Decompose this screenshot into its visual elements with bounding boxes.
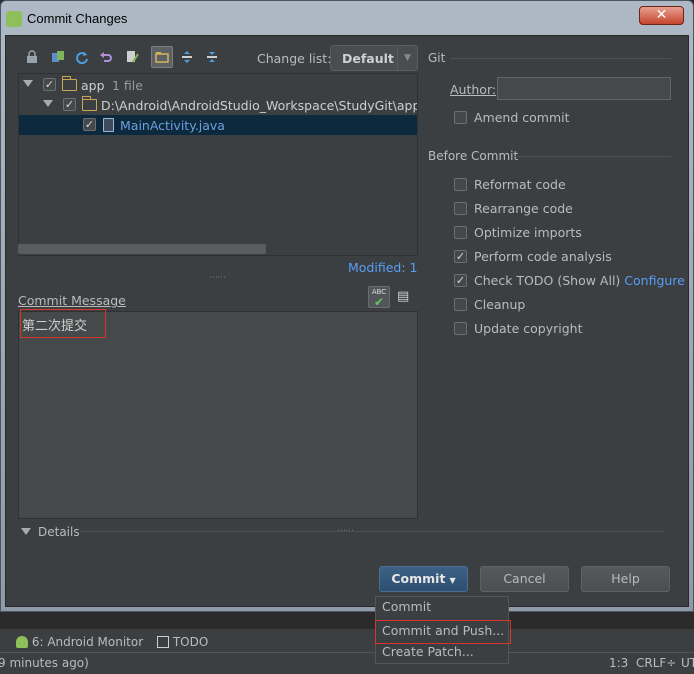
- checkbox-module[interactable]: ✓: [43, 78, 56, 91]
- group-by-directory-icon[interactable]: [151, 46, 173, 68]
- commit-message-highlight: [20, 309, 106, 338]
- chevron-down-icon: ▼: [449, 576, 456, 585]
- cleanup-label: Cleanup: [474, 297, 526, 312]
- cleanup-checkbox[interactable]: [454, 298, 467, 311]
- caret-position[interactable]: 1:3: [609, 656, 628, 670]
- dialog-title: Commit Changes: [27, 11, 128, 26]
- expand-all-icon[interactable]: [178, 48, 196, 66]
- refresh-icon[interactable]: [73, 48, 91, 66]
- commit-message-label: Commit Message: [18, 293, 126, 308]
- amend-commit-checkbox[interactable]: [454, 111, 467, 124]
- close-button[interactable]: ✕: [639, 6, 684, 25]
- edit-icon[interactable]: [123, 48, 141, 66]
- message-history-icon[interactable]: ▤: [397, 289, 413, 305]
- check-todo-checkbox[interactable]: ✓: [454, 274, 467, 287]
- android-monitor-tab[interactable]: 6: Android Monitor: [16, 635, 143, 649]
- android-studio-icon: [6, 11, 22, 27]
- folder-icon: [82, 96, 97, 111]
- tree-row-directory[interactable]: ✓ D:\Android\AndroidStudio_Workspace\Stu…: [19, 95, 417, 115]
- details-grip-icon[interactable]: ⋯⋯: [337, 526, 354, 536]
- module-folder-icon: [62, 76, 77, 91]
- git-section-title: Git: [428, 51, 446, 65]
- author-label: Author:: [450, 82, 497, 97]
- check-todo-label: Check TODO (Show All) Configure: [474, 273, 685, 288]
- modified-count: Modified: 1: [348, 260, 418, 275]
- details-expand-arrow-icon[interactable]: [21, 528, 31, 535]
- revert-icon[interactable]: [97, 48, 115, 66]
- reformat-code-checkbox[interactable]: [454, 178, 467, 191]
- checkbox-directory[interactable]: ✓: [63, 98, 76, 111]
- details-separator: [80, 531, 665, 532]
- spellcheck-icon[interactable]: ABC ✔: [368, 286, 390, 308]
- menu-item-create-patch[interactable]: Create Patch...: [376, 642, 508, 664]
- amend-commit-label: Amend commit: [474, 110, 570, 125]
- todo-label: TODO: [172, 635, 209, 649]
- status-message: 9 minutes ago): [0, 656, 89, 670]
- option-check-todo[interactable]: ✓ Check TODO (Show All) Configure: [454, 271, 685, 291]
- commit-button-label: Commit: [391, 571, 446, 586]
- optimize-imports-label: Optimize imports: [474, 225, 582, 240]
- todo-tab[interactable]: TODO: [157, 635, 208, 649]
- perform-code-analysis-checkbox[interactable]: ✓: [454, 250, 467, 263]
- line-separator[interactable]: CRLF÷: [636, 656, 676, 670]
- changes-tree[interactable]: ✓ app 1 file ✓ D:\Android\AndroidStudio_…: [18, 73, 418, 256]
- title-bar[interactable]: Commit Changes ✕: [0, 0, 694, 36]
- status-bar: 9 minutes ago) 1:3 CRLF÷ UT: [0, 652, 694, 674]
- cancel-button[interactable]: Cancel: [480, 566, 569, 592]
- before-commit-separator: [515, 156, 671, 157]
- checkbox-file[interactable]: ✓: [83, 118, 96, 131]
- menu-item-commit[interactable]: Commit: [376, 597, 508, 619]
- module-name: app: [81, 78, 105, 93]
- tree-row-module[interactable]: ✓ app 1 file: [19, 75, 417, 95]
- change-list-label: Change list:: [257, 51, 332, 66]
- expand-arrow-icon[interactable]: [23, 80, 33, 87]
- before-commit-section-title: Before Commit: [428, 149, 519, 163]
- java-file-icon: [103, 118, 114, 132]
- commit-button[interactable]: Commit ▼: [379, 566, 468, 592]
- details-label[interactable]: Details: [38, 525, 80, 539]
- diff-icon[interactable]: [49, 48, 67, 66]
- optimize-imports-checkbox[interactable]: [454, 226, 467, 239]
- chevron-down-icon: ▼: [397, 46, 417, 70]
- file-name: MainActivity.java: [120, 118, 225, 133]
- directory-path: D:\Android\AndroidStudio_Workspace\Study…: [101, 98, 417, 113]
- file-encoding[interactable]: UT: [681, 656, 694, 670]
- rearrange-code-label: Rearrange code: [474, 201, 573, 216]
- tree-row-file[interactable]: ✓ MainActivity.java: [19, 115, 417, 135]
- todo-icon: [157, 636, 169, 648]
- commit-message-textarea[interactable]: 第二次提交: [18, 311, 418, 519]
- help-button[interactable]: Help: [581, 566, 670, 592]
- git-section-separator: [450, 58, 671, 59]
- android-icon: [16, 636, 28, 648]
- splitter-grip-icon[interactable]: ⋯⋯: [209, 273, 226, 283]
- android-monitor-label: 6: Android Monitor: [31, 635, 144, 649]
- configure-link[interactable]: Configure: [624, 273, 685, 288]
- collapse-all-icon[interactable]: [203, 48, 221, 66]
- rearrange-code-checkbox[interactable]: [454, 202, 467, 215]
- lock-icon[interactable]: [23, 48, 41, 66]
- horizontal-scrollbar[interactable]: [18, 244, 266, 254]
- reformat-code-label: Reformat code: [474, 177, 566, 192]
- update-copyright-label: Update copyright: [474, 321, 583, 336]
- update-copyright-checkbox[interactable]: [454, 322, 467, 335]
- module-file-count: 1 file: [112, 78, 143, 93]
- change-list-select[interactable]: Default ▼: [330, 45, 418, 71]
- author-input[interactable]: [497, 77, 671, 100]
- commit-and-push-highlight: [375, 620, 511, 644]
- expand-arrow-icon[interactable]: [43, 100, 53, 107]
- perform-code-analysis-label: Perform code analysis: [474, 249, 612, 264]
- tool-window-bar: 6: Android Monitor TODO: [0, 628, 694, 652]
- change-list-value: Default: [342, 51, 394, 66]
